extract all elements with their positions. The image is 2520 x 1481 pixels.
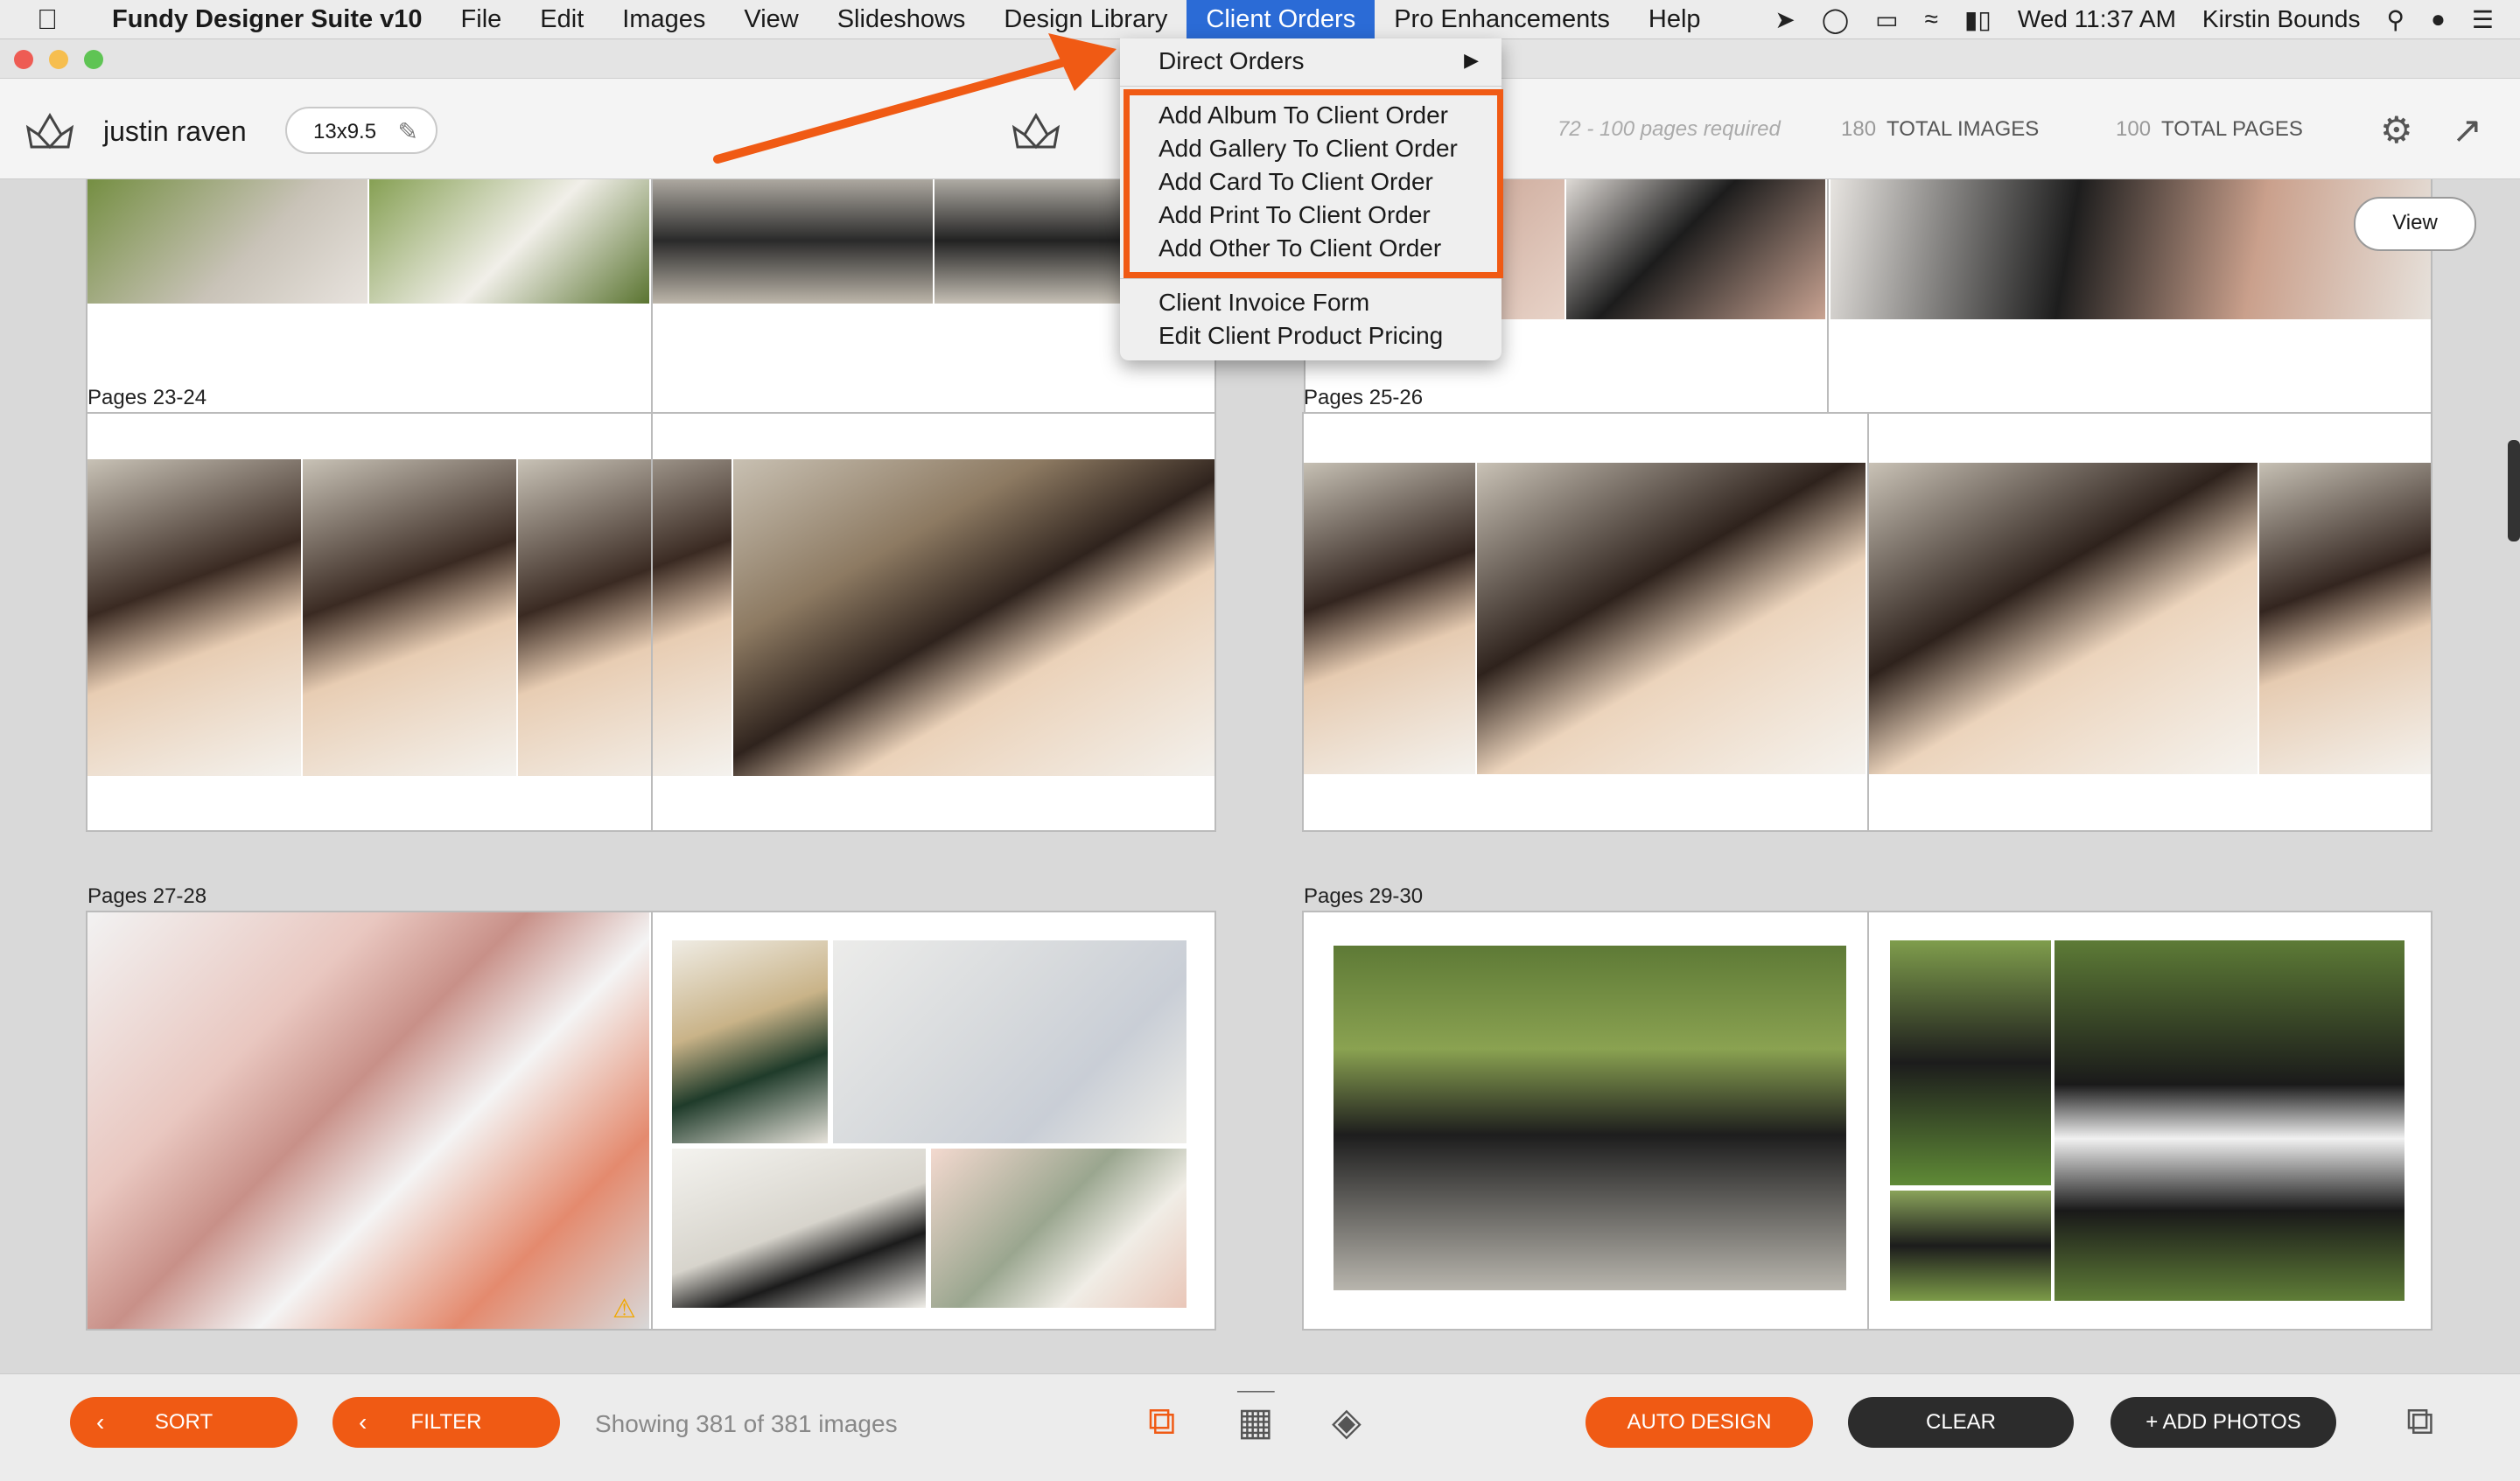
- spread-pages-29-30[interactable]: [1302, 911, 2432, 1331]
- photo[interactable]: [1334, 946, 1846, 1290]
- album-size-pill[interactable]: 13x9.5 ✎: [285, 107, 438, 154]
- spread-pages-23-24[interactable]: [86, 412, 1216, 832]
- menu-item-client-invoice-form[interactable]: Client Invoice Form: [1158, 289, 1369, 317]
- close-window-button[interactable]: [14, 50, 33, 69]
- chevron-left-icon: ‹: [96, 1408, 105, 1436]
- project-name: justin raven: [103, 115, 247, 147]
- photo[interactable]: [833, 940, 1186, 1143]
- export-icon[interactable]: ↗: [2452, 108, 2482, 151]
- macos-menu-bar:  Fundy Designer Suite v10 File Edit Ima…: [0, 0, 2520, 39]
- fullscreen-icon[interactable]: ⧉: [2406, 1400, 2433, 1443]
- pages-required-text: 72 - 100 pages required: [1558, 117, 1781, 141]
- layers-icon[interactable]: ◈: [1332, 1400, 1362, 1444]
- sort-label: SORT: [154, 1410, 214, 1434]
- photo[interactable]: [1477, 463, 1866, 774]
- spread-pages-27-28[interactable]: ⚠: [86, 911, 1216, 1331]
- grid-icon[interactable]: ▦: [1237, 1400, 1274, 1444]
- spread-label: Pages 25-26: [1304, 386, 1424, 409]
- photo[interactable]: [1869, 463, 2258, 774]
- photo[interactable]: [1304, 463, 1475, 774]
- photo[interactable]: [518, 459, 732, 776]
- menu-app-name[interactable]: Fundy Designer Suite v10: [93, 0, 442, 38]
- photo[interactable]: [2054, 940, 2404, 1301]
- spread-fold: [1867, 414, 1869, 830]
- photo[interactable]: [303, 459, 516, 776]
- menu-pro-enhancements[interactable]: Pro Enhancements: [1375, 0, 1629, 38]
- filter-button[interactable]: ‹ FILTER: [332, 1397, 560, 1448]
- photo[interactable]: [88, 179, 368, 304]
- photo[interactable]: [672, 940, 828, 1143]
- menu-help[interactable]: Help: [1629, 0, 1720, 38]
- airplay-icon[interactable]: ▭: [1875, 5, 1898, 34]
- total-images-label: TOTAL IMAGES: [1886, 117, 2040, 141]
- minimize-window-button[interactable]: [49, 50, 68, 69]
- battery-icon[interactable]: ▮▯: [1964, 5, 1992, 34]
- photo[interactable]: [1566, 179, 1825, 319]
- photo[interactable]: [1830, 179, 2431, 319]
- spread-fold: [651, 414, 653, 830]
- search-icon[interactable]: ⚲: [2386, 5, 2404, 34]
- siri-icon[interactable]: ●: [2431, 5, 2446, 33]
- stack-icon[interactable]: ⧉: [1148, 1400, 1175, 1443]
- photo[interactable]: [2259, 463, 2431, 774]
- total-images-stat: 180 TOTAL IMAGES: [1841, 117, 2039, 142]
- sort-button[interactable]: ‹ SORT: [70, 1397, 298, 1448]
- fundy-center-logo-icon[interactable]: [1011, 108, 1061, 152]
- photo[interactable]: [1890, 940, 2051, 1185]
- view-button[interactable]: View: [2354, 197, 2476, 251]
- menu-item-edit-pricing[interactable]: Edit Client Product Pricing: [1158, 322, 1443, 350]
- photo[interactable]: [672, 1149, 926, 1308]
- auto-design-button[interactable]: AUTO DESIGN: [1586, 1397, 1813, 1448]
- annotation-highlight-box: [1124, 89, 1503, 278]
- spread-fold: [651, 912, 653, 1329]
- photo[interactable]: [369, 179, 649, 304]
- menu-clock[interactable]: Wed 11:37 AM: [2018, 5, 2176, 33]
- total-pages-stat: 100 TOTAL PAGES: [2116, 117, 2303, 142]
- notification-center-icon[interactable]: ☰: [2472, 5, 2494, 34]
- wifi-icon[interactable]: ≈: [1925, 5, 1938, 33]
- spread-label: Pages 27-28: [88, 884, 207, 908]
- spread-fold: [1867, 912, 1869, 1329]
- menu-file[interactable]: File: [442, 0, 522, 38]
- total-images-value: 180: [1841, 117, 1877, 141]
- photo[interactable]: [88, 459, 301, 776]
- submenu-arrow-icon: ▶: [1464, 49, 1479, 71]
- photo[interactable]: [931, 1149, 1186, 1308]
- album-size-value: 13x9.5: [313, 120, 377, 143]
- menu-slideshows[interactable]: Slideshows: [818, 0, 985, 38]
- photo[interactable]: [1890, 1191, 2051, 1301]
- filter-label: FILTER: [410, 1410, 482, 1434]
- menu-client-orders[interactable]: Client Orders: [1186, 0, 1376, 38]
- menu-item-direct-orders[interactable]: Direct Orders: [1158, 47, 1304, 75]
- status-app-icon[interactable]: ➤: [1774, 5, 1795, 34]
- menu-view[interactable]: View: [724, 0, 817, 38]
- photo[interactable]: [88, 912, 649, 1329]
- total-pages-value: 100: [2116, 117, 2152, 141]
- menu-images[interactable]: Images: [603, 0, 724, 38]
- fundy-logo-icon[interactable]: [24, 108, 75, 152]
- menu-edit[interactable]: Edit: [521, 0, 603, 38]
- settings-gear-icon[interactable]: ⚙: [2380, 108, 2413, 151]
- image-count-text: Showing 381 of 381 images: [595, 1410, 898, 1437]
- add-photos-button[interactable]: + ADD PHOTOS: [2110, 1397, 2336, 1448]
- menu-separator: [1120, 278, 1502, 279]
- spread-label: Pages 29-30: [1304, 884, 1424, 908]
- zoom-window-button[interactable]: [84, 50, 103, 69]
- photo[interactable]: [653, 179, 933, 304]
- pencil-icon[interactable]: ✎: [398, 108, 418, 156]
- total-pages-label: TOTAL PAGES: [2161, 117, 2303, 141]
- spread-label: Pages 23-24: [88, 386, 207, 409]
- clear-button[interactable]: CLEAR: [1848, 1397, 2074, 1448]
- creative-cloud-icon[interactable]: ◯: [1822, 5, 1849, 34]
- menu-user[interactable]: Kirstin Bounds: [2202, 5, 2361, 33]
- auto-design-label: AUTO DESIGN: [1627, 1410, 1772, 1434]
- menu-separator: [1120, 86, 1502, 87]
- vertical-scrollbar[interactable]: [2508, 440, 2520, 541]
- photo[interactable]: [733, 459, 1214, 776]
- menu-design-library[interactable]: Design Library: [984, 0, 1186, 38]
- spread-pages-25-26[interactable]: [1302, 412, 2432, 832]
- apple-icon[interactable]: : [37, 3, 63, 36]
- chevron-left-icon: ‹: [359, 1408, 368, 1436]
- warning-icon[interactable]: ⚠: [612, 1294, 636, 1324]
